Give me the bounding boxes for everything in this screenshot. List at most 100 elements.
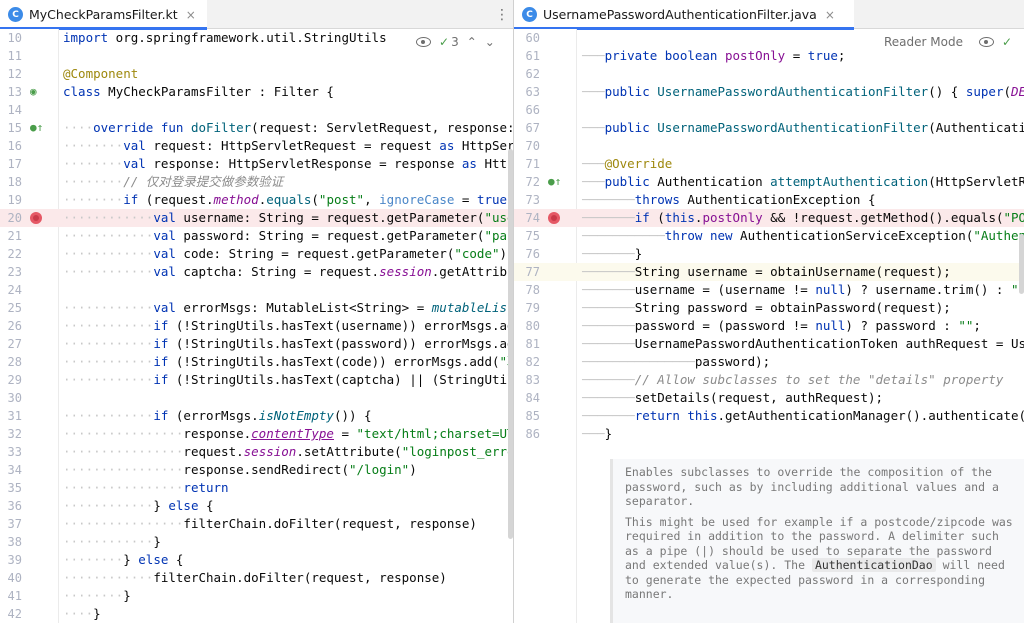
line-number[interactable]: 74 <box>514 209 540 227</box>
code-line[interactable]: 67 ───public UsernamePasswordAuthenticati… <box>514 119 1024 137</box>
code-line[interactable]: 39 ········} else { <box>0 551 513 569</box>
override-method-icon[interactable]: ●↑ <box>30 119 43 134</box>
line-number[interactable]: 23 <box>0 263 22 281</box>
line-number[interactable]: 62 <box>514 65 540 83</box>
code-text[interactable]: ───────password = (password != null) ? p… <box>582 317 981 335</box>
code-line[interactable]: 24 <box>0 281 513 299</box>
line-number[interactable]: 85 <box>514 407 540 425</box>
line-number[interactable]: 82 <box>514 353 540 371</box>
code-text[interactable]: ············val captcha: String = reques… <box>63 263 513 281</box>
code-line[interactable]: 70 <box>514 137 1024 155</box>
code-text[interactable]: ····} <box>63 605 101 623</box>
code-line[interactable]: 62 <box>514 65 1024 83</box>
code-line[interactable]: 11 <box>0 47 513 65</box>
code-line[interactable]: 37 ················filterChain.doFilter(r… <box>0 515 513 533</box>
code-line[interactable]: 86 ───} <box>514 425 1024 443</box>
breakpoint-icon[interactable] <box>548 212 560 224</box>
code-text[interactable]: ───────────throw new AuthenticationServi… <box>582 227 1024 245</box>
code-line[interactable]: 71 ───@Override <box>514 155 1024 173</box>
code-line[interactable]: 42 ····} <box>0 605 513 623</box>
tab-mycheckparamsfilter[interactable]: C MyCheckParamsFilter.kt × <box>0 0 207 30</box>
code-line[interactable]: 80 ───────password = (password != null) ?… <box>514 317 1024 335</box>
line-number[interactable]: 30 <box>0 389 22 407</box>
line-number[interactable]: 29 <box>0 371 22 389</box>
code-line[interactable]: 18 ········// 仅对登录提交做参数验证 <box>0 173 513 191</box>
code-line[interactable]: 32 ················response.contentType =… <box>0 425 513 443</box>
breakpoint-icon[interactable] <box>30 212 42 224</box>
code-text[interactable]: ───private boolean postOnly = true; <box>582 47 845 65</box>
code-text[interactable]: ───────────────password); <box>582 353 770 371</box>
code-text[interactable]: ········// 仅对登录提交做参数验证 <box>63 173 283 191</box>
line-number[interactable]: 84 <box>514 389 540 407</box>
spring-bean-icon[interactable]: ◉ <box>30 83 42 98</box>
code-text[interactable]: ····override fun doFilter(request: Servl… <box>63 119 513 137</box>
code-text[interactable]: ················request.session.setAttri… <box>63 443 513 461</box>
code-text[interactable]: @Component <box>63 65 138 83</box>
code-line[interactable]: 36 ············} else { <box>0 497 513 515</box>
code-text[interactable]: ················response.sendRedirect("/… <box>63 461 417 479</box>
line-number[interactable]: 71 <box>514 155 540 173</box>
line-number[interactable]: 31 <box>0 407 22 425</box>
line-number[interactable]: 15 <box>0 119 22 137</box>
code-line[interactable]: 81 ───────UsernamePasswordAuthenticationT… <box>514 335 1024 353</box>
line-number[interactable]: 33 <box>0 443 22 461</box>
code-text[interactable]: class MyCheckParamsFilter : Filter { <box>63 83 334 101</box>
line-number[interactable]: 80 <box>514 317 540 335</box>
code-text[interactable]: ───public UsernamePasswordAuthentication… <box>582 119 1024 137</box>
code-line[interactable]: 29 ············if (!StringUtils.hasText(c… <box>0 371 513 389</box>
code-text[interactable]: ············val username: String = reque… <box>63 209 513 227</box>
line-number[interactable]: 18 <box>0 173 22 191</box>
line-number[interactable]: 70 <box>514 137 540 155</box>
code-text[interactable]: ───────// Allow subclasses to set the "d… <box>582 371 1003 389</box>
code-line[interactable]: 78 ───────username = (username != null) ?… <box>514 281 1024 299</box>
code-line[interactable]: 13 class MyCheckParamsFilter : Filter {◉ <box>0 83 513 101</box>
code-line[interactable]: 26 ············if (!StringUtils.hasText(u… <box>0 317 513 335</box>
code-line[interactable]: 77 ───────String username = obtainUsernam… <box>514 263 1024 281</box>
line-number[interactable]: 83 <box>514 371 540 389</box>
code-text[interactable]: ············val errorMsgs: MutableList<S… <box>63 299 513 317</box>
right-code-editor[interactable]: 60 61 ───private boolean postOnly = true; 6… <box>514 29 1024 623</box>
line-number[interactable]: 27 <box>0 335 22 353</box>
code-text[interactable]: ············if (errorMsgs.isNotEmpty()) … <box>63 407 372 425</box>
code-text[interactable]: ───@Override <box>582 155 672 173</box>
line-number[interactable]: 79 <box>514 299 540 317</box>
line-number[interactable]: 19 <box>0 191 22 209</box>
code-line[interactable]: 33 ················request.session.setAtt… <box>0 443 513 461</box>
line-number[interactable]: 26 <box>0 317 22 335</box>
close-icon[interactable]: × <box>186 8 196 22</box>
line-number[interactable]: 20 <box>0 209 22 227</box>
line-number[interactable]: 63 <box>514 83 540 101</box>
code-line[interactable]: 34 ················response.sendRedirect(… <box>0 461 513 479</box>
code-text[interactable]: ───public UsernamePasswordAuthentication… <box>582 83 1024 101</box>
code-text[interactable]: ───public Authentication attemptAuthenti… <box>582 173 1024 191</box>
line-number[interactable]: 75 <box>514 227 540 245</box>
code-text[interactable]: ············} else { <box>63 497 214 515</box>
code-line[interactable]: 28 ············if (!StringUtils.hasText(c… <box>0 353 513 371</box>
line-number[interactable]: 41 <box>0 587 22 605</box>
right-scrollbar[interactable] <box>1019 234 1024 294</box>
code-text[interactable]: ············} <box>63 533 161 551</box>
line-number[interactable]: 10 <box>0 29 22 47</box>
code-line[interactable]: 73 ───────throws AuthenticationException … <box>514 191 1024 209</box>
code-line[interactable]: 35 ················return <box>0 479 513 497</box>
code-line[interactable]: 20 ············val username: String = req… <box>0 209 513 227</box>
code-line[interactable]: 74 ───────if (this.postOnly && !request.g… <box>514 209 1024 227</box>
line-number[interactable]: 61 <box>514 47 540 65</box>
line-number[interactable]: 42 <box>0 605 22 623</box>
line-number[interactable]: 76 <box>514 245 540 263</box>
line-number[interactable]: 24 <box>0 281 22 299</box>
code-text[interactable]: ───────if (this.postOnly && !request.get… <box>582 209 1024 227</box>
line-number[interactable]: 37 <box>0 515 22 533</box>
code-line[interactable]: 83 ───────// Allow subclasses to set the … <box>514 371 1024 389</box>
code-text[interactable]: ───────UsernamePasswordAuthenticationTok… <box>582 335 1024 353</box>
code-line[interactable]: 61 ───private boolean postOnly = true; <box>514 47 1024 65</box>
override-method-icon[interactable]: ●↑ <box>548 173 561 188</box>
line-number[interactable]: 11 <box>0 47 22 65</box>
line-number[interactable]: 16 <box>0 137 22 155</box>
code-text[interactable]: ───} <box>582 425 612 443</box>
code-text[interactable]: ············filterChain.doFilter(request… <box>63 569 447 587</box>
code-line[interactable]: 75 ───────────throw new AuthenticationSer… <box>514 227 1024 245</box>
code-line[interactable]: 27 ············if (!StringUtils.hasText(p… <box>0 335 513 353</box>
left-code-editor[interactable]: 10 import org.springframework.util.String… <box>0 29 513 623</box>
line-number[interactable]: 60 <box>514 29 540 47</box>
